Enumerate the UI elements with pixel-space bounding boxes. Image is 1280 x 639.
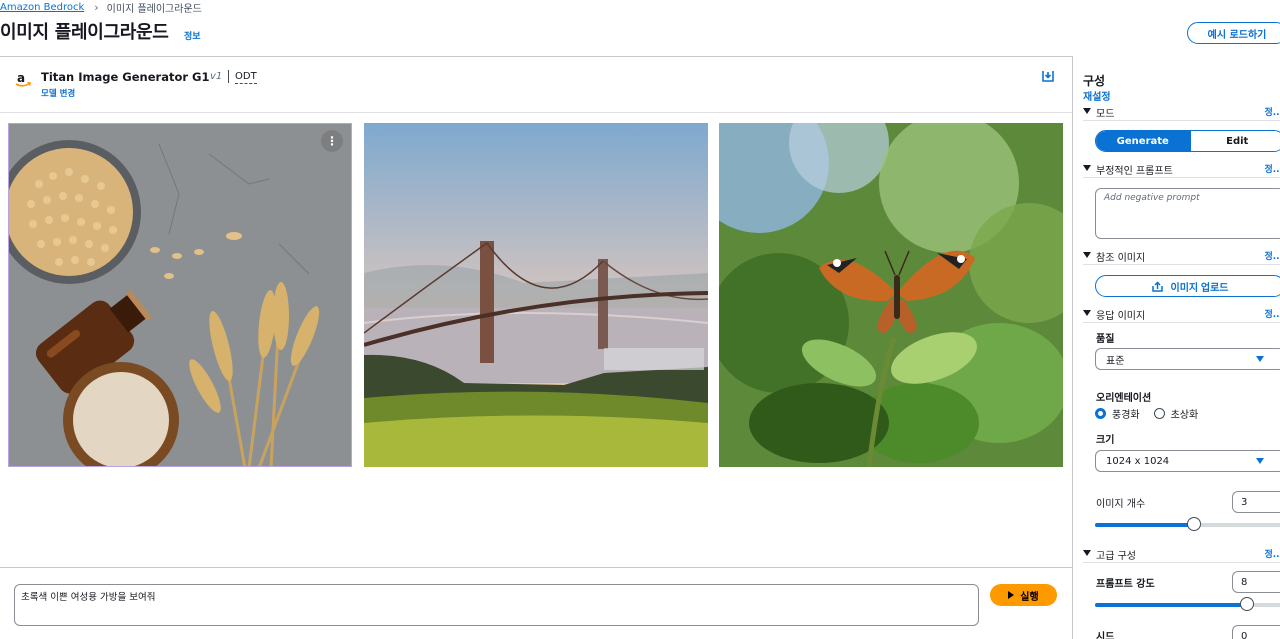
- model-header: a Titan Image Generator G1 v1 ODT 모델 변경: [0, 57, 1072, 113]
- image-count-slider[interactable]: [1095, 517, 1280, 531]
- generated-image-1[interactable]: ⋮: [8, 123, 352, 467]
- golden-gate-bridge-image: [364, 123, 708, 467]
- size-label: 크기: [1096, 435, 1115, 446]
- amazon-logo-icon: a: [15, 71, 32, 87]
- section-mode-label: 모드: [1096, 109, 1115, 120]
- mode-generate-button[interactable]: Generate: [1096, 131, 1190, 151]
- main-panel: a Titan Image Generator G1 v1 ODT 모델 변경: [0, 56, 1073, 639]
- quality-value: 표준: [1106, 355, 1125, 367]
- size-select[interactable]: 1024 x 1024: [1095, 450, 1280, 472]
- config-title: 구성: [1083, 74, 1106, 88]
- info-link[interactable]: 정...: [1264, 249, 1280, 262]
- breadcrumb: Amazon Bedrock › 이미지 플레이그라운드: [0, 0, 202, 15]
- size-value: 1024 x 1024: [1106, 455, 1170, 467]
- butterfly-image: [719, 123, 1063, 467]
- seed-input[interactable]: 0: [1232, 625, 1280, 639]
- reset-link[interactable]: 재설정: [1083, 88, 1111, 103]
- orientation-radio-group: 풍경화 초상화: [1095, 406, 1198, 421]
- section-reference-image[interactable]: 참조 이미지 정...: [1083, 249, 1280, 265]
- caret-down-icon: [1083, 108, 1091, 114]
- slider-thumb[interactable]: [1240, 597, 1254, 611]
- section-response-label: 응답 이미지: [1096, 311, 1146, 322]
- generated-image-2[interactable]: [364, 123, 708, 467]
- seed-label: 시드: [1096, 632, 1115, 639]
- slider-thumb[interactable]: [1186, 517, 1201, 531]
- run-button[interactable]: 실행: [990, 584, 1057, 606]
- section-response-image[interactable]: 응답 이미지 정...: [1083, 307, 1280, 323]
- section-advanced-label: 고급 구성: [1096, 551, 1136, 562]
- more-options-icon[interactable]: ⋮: [321, 130, 343, 152]
- caret-down-icon: [1256, 458, 1264, 464]
- play-icon: [1008, 591, 1015, 599]
- info-link[interactable]: 정...: [1264, 105, 1280, 118]
- caret-down-icon: [1256, 356, 1264, 362]
- caret-down-icon: [1083, 165, 1091, 171]
- prompt-strength-slider[interactable]: [1095, 597, 1280, 611]
- slider-fill: [1095, 603, 1247, 607]
- quality-label: 품질: [1096, 334, 1115, 345]
- upload-icon: [1151, 280, 1163, 292]
- upload-image-button[interactable]: 이미지 업로드: [1095, 275, 1280, 297]
- section-mode[interactable]: 모드 정...: [1083, 105, 1280, 121]
- image-count-label: 이미지 개수: [1096, 499, 1146, 510]
- slider-fill: [1095, 523, 1194, 527]
- page-title: 이미지 플레이그라운드: [0, 22, 169, 43]
- generated-image-3[interactable]: [719, 123, 1063, 467]
- mode-toggle: Generate Edit: [1095, 130, 1280, 152]
- caret-down-icon: [1083, 252, 1091, 258]
- breadcrumb-current: 이미지 플레이그라운드: [106, 3, 202, 15]
- change-model-link[interactable]: 모델 변경: [41, 87, 75, 99]
- model-throughput[interactable]: ODT: [235, 71, 257, 84]
- prompt-strength-input[interactable]: 8: [1232, 571, 1280, 593]
- grain-still-life-image: [9, 124, 351, 466]
- download-icon[interactable]: [1042, 70, 1054, 82]
- negative-prompt-input[interactable]: Add negative prompt: [1095, 188, 1280, 239]
- orientation-landscape-radio[interactable]: [1095, 408, 1106, 419]
- section-advanced[interactable]: 고급 구성 정...: [1083, 547, 1280, 563]
- info-link[interactable]: 정...: [1264, 162, 1280, 175]
- chevron-right-icon: ›: [94, 0, 99, 14]
- prompt-input[interactable]: 초록색 이쁜 여성용 가방을 보여줘: [14, 584, 979, 626]
- image-count-input[interactable]: 3: [1232, 491, 1280, 513]
- info-link[interactable]: 정...: [1264, 547, 1280, 560]
- quality-select[interactable]: 표준: [1095, 348, 1280, 370]
- model-name: Titan Image Generator G1: [41, 70, 210, 84]
- info-link[interactable]: 정...: [1264, 307, 1280, 320]
- prompt-area: 초록색 이쁜 여성용 가방을 보여줘 실행: [0, 567, 1072, 639]
- divider: [228, 70, 229, 83]
- section-negative-label: 부정적인 프롬프트: [1096, 166, 1173, 177]
- info-link[interactable]: 정보: [184, 29, 201, 42]
- breadcrumb-amazon-bedrock[interactable]: Amazon Bedrock: [0, 2, 84, 13]
- mode-edit-button[interactable]: Edit: [1189, 131, 1280, 151]
- prompt-strength-label: 프롬프트 강도: [1096, 579, 1155, 590]
- run-label: 실행: [1020, 591, 1039, 603]
- orientation-label: 오리엔테이션: [1096, 393, 1152, 404]
- upload-label: 이미지 업로드: [1170, 282, 1229, 294]
- caret-down-icon: [1083, 310, 1091, 316]
- svg-text:a: a: [17, 71, 25, 85]
- model-version: v1: [210, 71, 223, 82]
- section-reference-label: 참조 이미지: [1096, 253, 1146, 264]
- caret-down-icon: [1083, 550, 1091, 556]
- orientation-portrait-radio[interactable]: [1153, 408, 1165, 419]
- load-example-button[interactable]: 예시 로드하기: [1187, 22, 1280, 44]
- orientation-landscape-label: 풍경화: [1112, 410, 1140, 421]
- orientation-portrait-label: 초상화: [1170, 410, 1199, 421]
- section-negative-prompt[interactable]: 부정적인 프롬프트 정...: [1083, 162, 1280, 178]
